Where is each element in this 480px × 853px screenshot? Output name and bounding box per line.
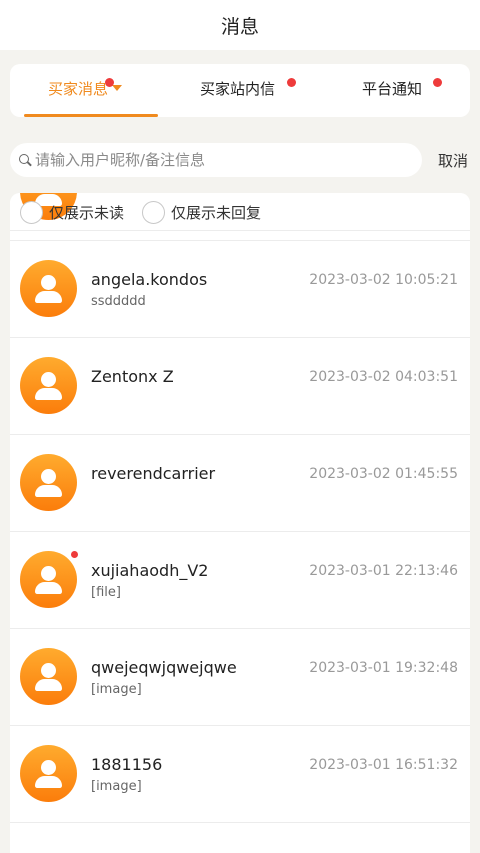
contact-name: 1881156 <box>91 755 163 774</box>
search-bar <box>10 143 422 177</box>
message-preview: [image] <box>91 682 142 697</box>
user-head-icon <box>41 760 56 775</box>
conversation-row[interactable]: qwejeqwjqwejqwe 2023-03-01 19:32:48 [image… <box>10 629 470 726</box>
contact-name: reverendcarrier <box>91 464 216 483</box>
tab-platform-notices[interactable]: 平台通知 <box>362 78 442 102</box>
top-bar: 消息 <box>0 0 480 50</box>
user-body-icon <box>35 291 62 303</box>
search-input[interactable] <box>35 151 395 169</box>
user-head-icon <box>41 469 56 484</box>
unread-dot-icon <box>70 550 79 559</box>
conversation-row[interactable]: 1881156 2023-03-01 16:51:32 [image] <box>10 726 470 823</box>
conversation-row[interactable]: reverendcarrier 2023-03-02 01:45:55 <box>10 435 470 532</box>
user-body-icon <box>35 679 62 691</box>
cancel-button[interactable]: 取消 <box>438 150 468 171</box>
message-preview: [image] <box>91 779 142 794</box>
tab-label: 平台通知 <box>362 80 423 98</box>
active-tab-indicator <box>24 114 158 117</box>
contact-name: qwejeqwjqwejqwe <box>91 658 237 677</box>
contact-name: Zentonx Z <box>91 367 174 386</box>
filter-label: 仅展示未读 <box>49 204 125 222</box>
filter-bar: 仅展示未读 仅展示未回复 <box>10 193 470 231</box>
message-preview: [file] <box>91 585 121 600</box>
tab-buyer-messages[interactable]: 买家消息 <box>48 78 123 102</box>
unread-dot-icon <box>105 78 114 87</box>
unread-dot-icon <box>287 78 296 87</box>
filter-unread-only[interactable]: 仅展示未读 <box>20 201 124 224</box>
user-head-icon <box>41 566 56 581</box>
message-time: 2023-03-02 01:45:55 <box>309 466 458 482</box>
page-title: 消息 <box>220 15 259 38</box>
filter-unreplied-only[interactable]: 仅展示未回复 <box>142 201 261 224</box>
tab-buyer-inbox[interactable]: 买家站内信 <box>200 78 296 102</box>
avatar <box>20 745 77 802</box>
user-body-icon <box>35 582 62 594</box>
message-list: angela.kondos 2023-03-02 10:05:21 ssddddd Z… <box>10 193 470 823</box>
tab-label: 买家消息 <box>48 80 109 98</box>
message-tabs: 买家消息 买家站内信 平台通知 <box>10 64 470 117</box>
message-preview: ssddddd <box>91 294 146 309</box>
conversation-row[interactable]: xujiahaodh_V2 2023-03-01 22:13:46 [file] <box>10 532 470 629</box>
user-body-icon <box>35 388 62 400</box>
avatar <box>20 260 77 317</box>
user-head-icon <box>41 372 56 387</box>
contact-name: angela.kondos <box>91 270 208 289</box>
avatar <box>20 357 77 414</box>
avatar <box>20 454 77 511</box>
conversation-row[interactable]: angela.kondos 2023-03-02 10:05:21 ssddddd <box>10 241 470 338</box>
conversation-row[interactable]: Zentonx Z 2023-03-02 04:03:51 <box>10 338 470 435</box>
message-time: 2023-03-02 10:05:21 <box>309 272 458 288</box>
radio-circle-icon[interactable] <box>20 201 43 224</box>
filter-label: 仅展示未回复 <box>171 204 262 222</box>
message-list-card: angela.kondos 2023-03-02 10:05:21 ssddddd Z… <box>10 193 470 853</box>
unread-dot-icon <box>433 78 442 87</box>
avatar <box>20 551 77 608</box>
user-body-icon <box>35 776 62 788</box>
user-head-icon <box>41 663 56 678</box>
contact-name: xujiahaodh_V2 <box>91 561 209 580</box>
user-head-icon <box>41 275 56 290</box>
message-time: 2023-03-01 16:51:32 <box>309 757 458 773</box>
message-time: 2023-03-02 04:03:51 <box>309 369 458 385</box>
message-time: 2023-03-01 22:13:46 <box>309 563 458 579</box>
avatar <box>20 648 77 705</box>
search-icon <box>18 153 32 167</box>
radio-circle-icon[interactable] <box>142 201 165 224</box>
message-time: 2023-03-01 19:32:48 <box>309 660 458 676</box>
caret-down-icon <box>112 85 123 91</box>
user-body-icon <box>35 485 62 497</box>
tab-label: 买家站内信 <box>200 80 276 98</box>
